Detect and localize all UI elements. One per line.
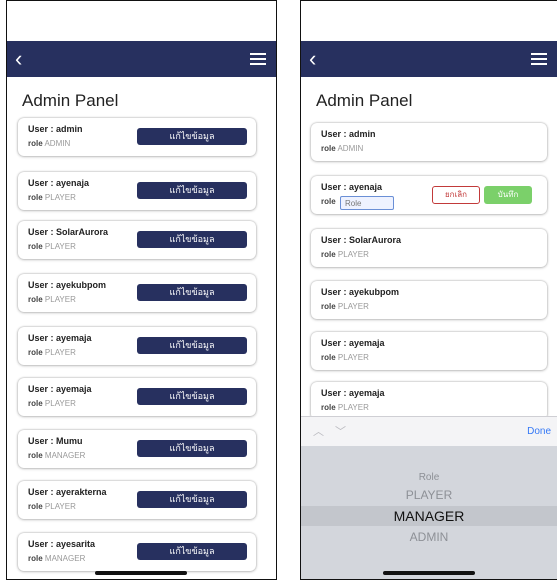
user-card: User : ayekubpom role PLAYER — [311, 281, 547, 319]
user-role: role MANAGER — [28, 451, 86, 460]
edit-user-button[interactable]: แก้ไขข้อมูล — [137, 284, 247, 301]
user-card: User : ayerakterna role PLAYER แก้ไขข้อม… — [18, 481, 256, 519]
status-bar — [7, 1, 276, 41]
page-title: Admin Panel — [22, 91, 119, 110]
user-name: User : ayekubpom — [28, 280, 107, 290]
user-name: User : ayenaja — [321, 182, 383, 192]
user-role: role PLAYER — [28, 502, 76, 511]
chevron-down-icon[interactable]: ﹀ — [335, 423, 346, 439]
user-role: role PLAYER — [321, 403, 369, 412]
user-role: role PLAYER — [28, 193, 76, 202]
edit-user-button[interactable]: แก้ไขข้อมูล — [137, 543, 247, 560]
user-name: User : ayemaja — [321, 338, 385, 348]
user-name: User : ayerakterna — [28, 487, 107, 497]
user-card: User : ayemaja role PLAYER แก้ไขข้อมูล — [18, 327, 256, 365]
user-name: User : admin — [28, 124, 83, 134]
user-card: User : SolarAurora role PLAYER แก้ไขข้อม… — [18, 221, 256, 259]
picker-option-player[interactable]: PLAYER — [301, 488, 557, 502]
user-name: User : SolarAurora — [28, 227, 109, 237]
picker-option-manager[interactable]: MANAGER — [301, 508, 557, 524]
edit-user-button[interactable]: แก้ไขข้อมูล — [137, 388, 247, 405]
home-indicator — [95, 571, 187, 575]
chevron-up-icon[interactable]: ︿ — [313, 423, 324, 439]
user-role: role PLAYER — [321, 302, 369, 311]
edit-user-button[interactable]: แก้ไขข้อมูล — [137, 182, 247, 199]
user-card: User : admin role ADMIN — [311, 123, 547, 161]
user-card: User : admin role ADMIN แก้ไขข้อมูล — [18, 118, 256, 156]
edit-user-button[interactable]: แก้ไขข้อมูล — [137, 337, 247, 354]
picker-option-admin[interactable]: ADMIN — [301, 530, 557, 544]
admin-panel-screen-right: ‹ Admin Panel User : admin role ADMIN Us… — [300, 0, 557, 580]
status-bar — [301, 1, 557, 41]
user-name: User : ayesarita — [28, 539, 96, 549]
home-indicator — [383, 571, 475, 575]
user-card: User : ayemaja role PLAYER — [311, 382, 547, 420]
user-role: role MANAGER — [28, 554, 86, 563]
user-name: User : ayemaja — [28, 333, 92, 343]
user-card: User : ayesarita role MANAGER แก้ไขข้อมู… — [18, 533, 256, 571]
user-card: User : ayemaja role PLAYER แก้ไขข้อมูล — [18, 378, 256, 416]
user-role: role ADMIN — [28, 139, 71, 148]
cancel-button[interactable]: ยกเลิก — [432, 186, 480, 204]
user-name: User : admin — [321, 129, 376, 139]
navigation-bar: ‹ — [301, 41, 557, 77]
chevron-left-icon[interactable]: ‹ — [15, 47, 37, 71]
picker-toolbar: ︿ ﹀ Done — [301, 416, 557, 447]
chevron-left-icon[interactable]: ‹ — [309, 47, 331, 71]
edit-user-button[interactable]: แก้ไขข้อมูล — [137, 491, 247, 508]
user-role: role PLAYER — [321, 353, 369, 362]
user-role: role PLAYER — [28, 348, 76, 357]
user-name: User : ayekubpom — [321, 287, 400, 297]
user-name: User : SolarAurora — [321, 235, 402, 245]
user-card: User : ayemaja role PLAYER — [311, 332, 547, 370]
page-title: Admin Panel — [316, 91, 413, 110]
user-name: User : ayemaja — [321, 388, 385, 398]
edit-user-button[interactable]: แก้ไขข้อมูล — [137, 231, 247, 248]
user-card: User : ayekubpom role PLAYER แก้ไขข้อมูล — [18, 274, 256, 312]
user-name: User : ayemaja — [28, 384, 92, 394]
role-picker[interactable]: Role PLAYER MANAGER ADMIN — [301, 446, 557, 579]
user-role: role — [321, 197, 336, 206]
edit-user-button[interactable]: แก้ไขข้อมูล — [137, 128, 247, 145]
user-name: User : Mumu — [28, 436, 83, 446]
user-card: User : Mumu role MANAGER แก้ไขข้อมูล — [18, 430, 256, 468]
user-role: role ADMIN — [321, 144, 364, 153]
role-select-field[interactable]: Role — [340, 196, 394, 210]
user-role: role PLAYER — [28, 295, 76, 304]
user-card-editing: User : ayenaja role Role ยกเลิก บันทึก — [311, 176, 547, 214]
hamburger-icon[interactable] — [531, 53, 547, 65]
done-button[interactable]: Done — [527, 426, 551, 437]
user-role: role PLAYER — [28, 399, 76, 408]
edit-user-button[interactable]: แก้ไขข้อมูล — [137, 440, 247, 457]
user-card: User : SolarAurora role PLAYER — [311, 229, 547, 267]
picker-option-role[interactable]: Role — [301, 472, 557, 483]
admin-panel-screen-left: ‹ Admin Panel User : admin role ADMIN แก… — [6, 0, 277, 580]
user-role: role PLAYER — [321, 250, 369, 259]
user-name: User : ayenaja — [28, 178, 90, 188]
user-role: role PLAYER — [28, 242, 76, 251]
user-card: User : ayenaja role PLAYER แก้ไขข้อมูล — [18, 172, 256, 210]
navigation-bar: ‹ — [7, 41, 276, 77]
hamburger-icon[interactable] — [250, 53, 266, 65]
save-button[interactable]: บันทึก — [484, 186, 532, 204]
